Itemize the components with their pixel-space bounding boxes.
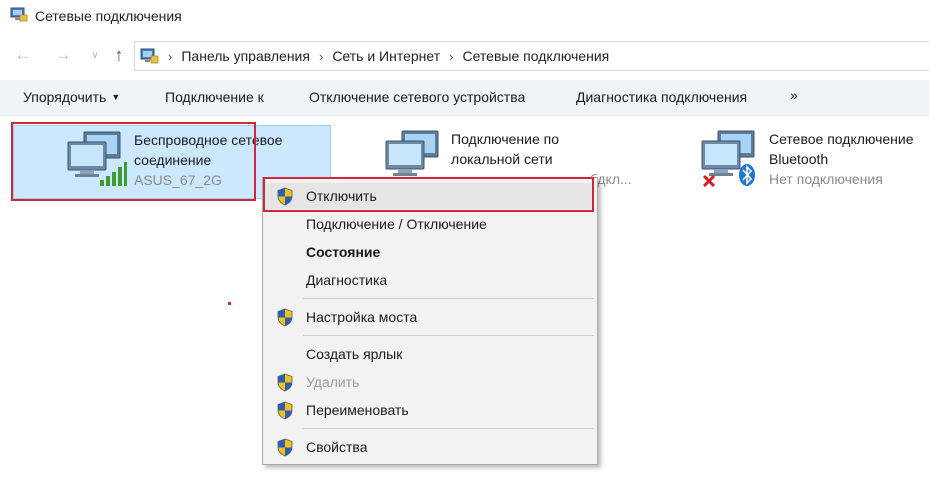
breadcrumb-control-panel[interactable]: Панель управления	[181, 48, 310, 64]
menu-item-rename[interactable]: Переименовать	[266, 397, 594, 423]
breadcrumb-chevron-icon[interactable]: ›	[449, 49, 453, 64]
more-commands-button[interactable]: »	[790, 87, 798, 103]
connection-status: Нет подключения	[769, 171, 883, 187]
connection-item-bluetooth[interactable]: Сетевое подключение Bluetooth Нет подклю…	[700, 125, 929, 199]
dropdown-caret-icon: ▼	[111, 92, 121, 102]
recent-locations-chevron-down-icon[interactable]: ∨	[84, 44, 106, 66]
connection-name-line1: Сетевое подключение	[769, 131, 914, 147]
disable-device-button[interactable]: Отключение сетевого устройства	[309, 89, 525, 105]
uac-shield-icon	[277, 401, 293, 420]
window-title: Сетевые подключения	[35, 8, 182, 24]
connect-to-button[interactable]: Подключение к	[165, 89, 264, 105]
menu-item-label: Подключение / Отключение	[306, 216, 487, 232]
wireless-highlight-frame	[11, 122, 256, 201]
menu-item-connect-disconnect[interactable]: Подключение / Отключение	[266, 211, 594, 237]
uac-shield-icon	[277, 438, 293, 457]
network-connections-window: Сетевые подключения ← → ∨ ↑ › Панель упр…	[0, 0, 929, 494]
uac-shield-icon	[277, 373, 293, 392]
connection-name-line2: локальной сети	[451, 151, 553, 167]
menu-item-label: Диагностика	[306, 272, 388, 288]
connection-name-line2: Bluetooth	[769, 151, 829, 167]
connection-name-line1: Подключение по	[451, 131, 560, 147]
bluetooth-monitor-icon	[701, 130, 755, 187]
back-arrow-icon[interactable]: ←	[12, 44, 34, 66]
menu-item-bridge[interactable]: Настройка моста	[266, 304, 594, 330]
breadcrumb-chevron-icon[interactable]: ›	[168, 49, 172, 64]
organize-button[interactable]: Упорядочить ▼	[23, 89, 120, 105]
breadcrumb-network-connections[interactable]: Сетевые подключения	[462, 48, 609, 64]
annotation-dot	[228, 302, 231, 305]
forward-arrow-icon[interactable]: →	[52, 44, 74, 66]
menu-separator	[303, 428, 594, 429]
menu-item-label: Удалить	[306, 374, 360, 390]
title-bar: Сетевые подключения	[0, 0, 929, 32]
breadcrumb-chevron-icon[interactable]: ›	[319, 49, 323, 64]
command-bar: Упорядочить ▼ Подключение к Отключение се…	[0, 80, 929, 116]
organize-label: Упорядочить	[23, 89, 107, 105]
control-panel-icon	[140, 48, 159, 64]
menu-item-properties[interactable]: Свойства	[266, 434, 594, 460]
network-connections-icon	[10, 7, 28, 22]
menu-separator	[303, 335, 594, 336]
menu-item-label: Состояние	[306, 244, 381, 260]
menu-item-label: Настройка моста	[306, 309, 418, 325]
uac-shield-icon	[277, 308, 293, 327]
menu-item-label: Свойства	[306, 439, 368, 455]
menu-item-delete: Удалить	[266, 369, 594, 395]
context-menu: Отключить Подключение / Отключение Состо…	[262, 177, 598, 465]
menu-item-diagnostics[interactable]: Диагностика	[266, 267, 594, 293]
up-arrow-icon[interactable]: ↑	[108, 44, 130, 66]
disable-highlight-frame	[263, 177, 594, 212]
address-bar[interactable]: › Панель управления › Сеть и Интернет › …	[134, 41, 929, 71]
menu-item-label: Создать ярлык	[306, 346, 403, 362]
menu-item-status[interactable]: Состояние	[266, 239, 594, 265]
menu-item-label: Переименовать	[306, 402, 409, 418]
diagnose-connection-button[interactable]: Диагностика подключения	[576, 89, 747, 105]
menu-separator	[303, 298, 594, 299]
breadcrumb-network-internet[interactable]: Сеть и Интернет	[332, 48, 440, 64]
menu-item-create-shortcut[interactable]: Создать ярлык	[266, 341, 594, 367]
address-row: ← → ∨ ↑ › Панель управления › Сеть и Инт…	[0, 38, 929, 72]
